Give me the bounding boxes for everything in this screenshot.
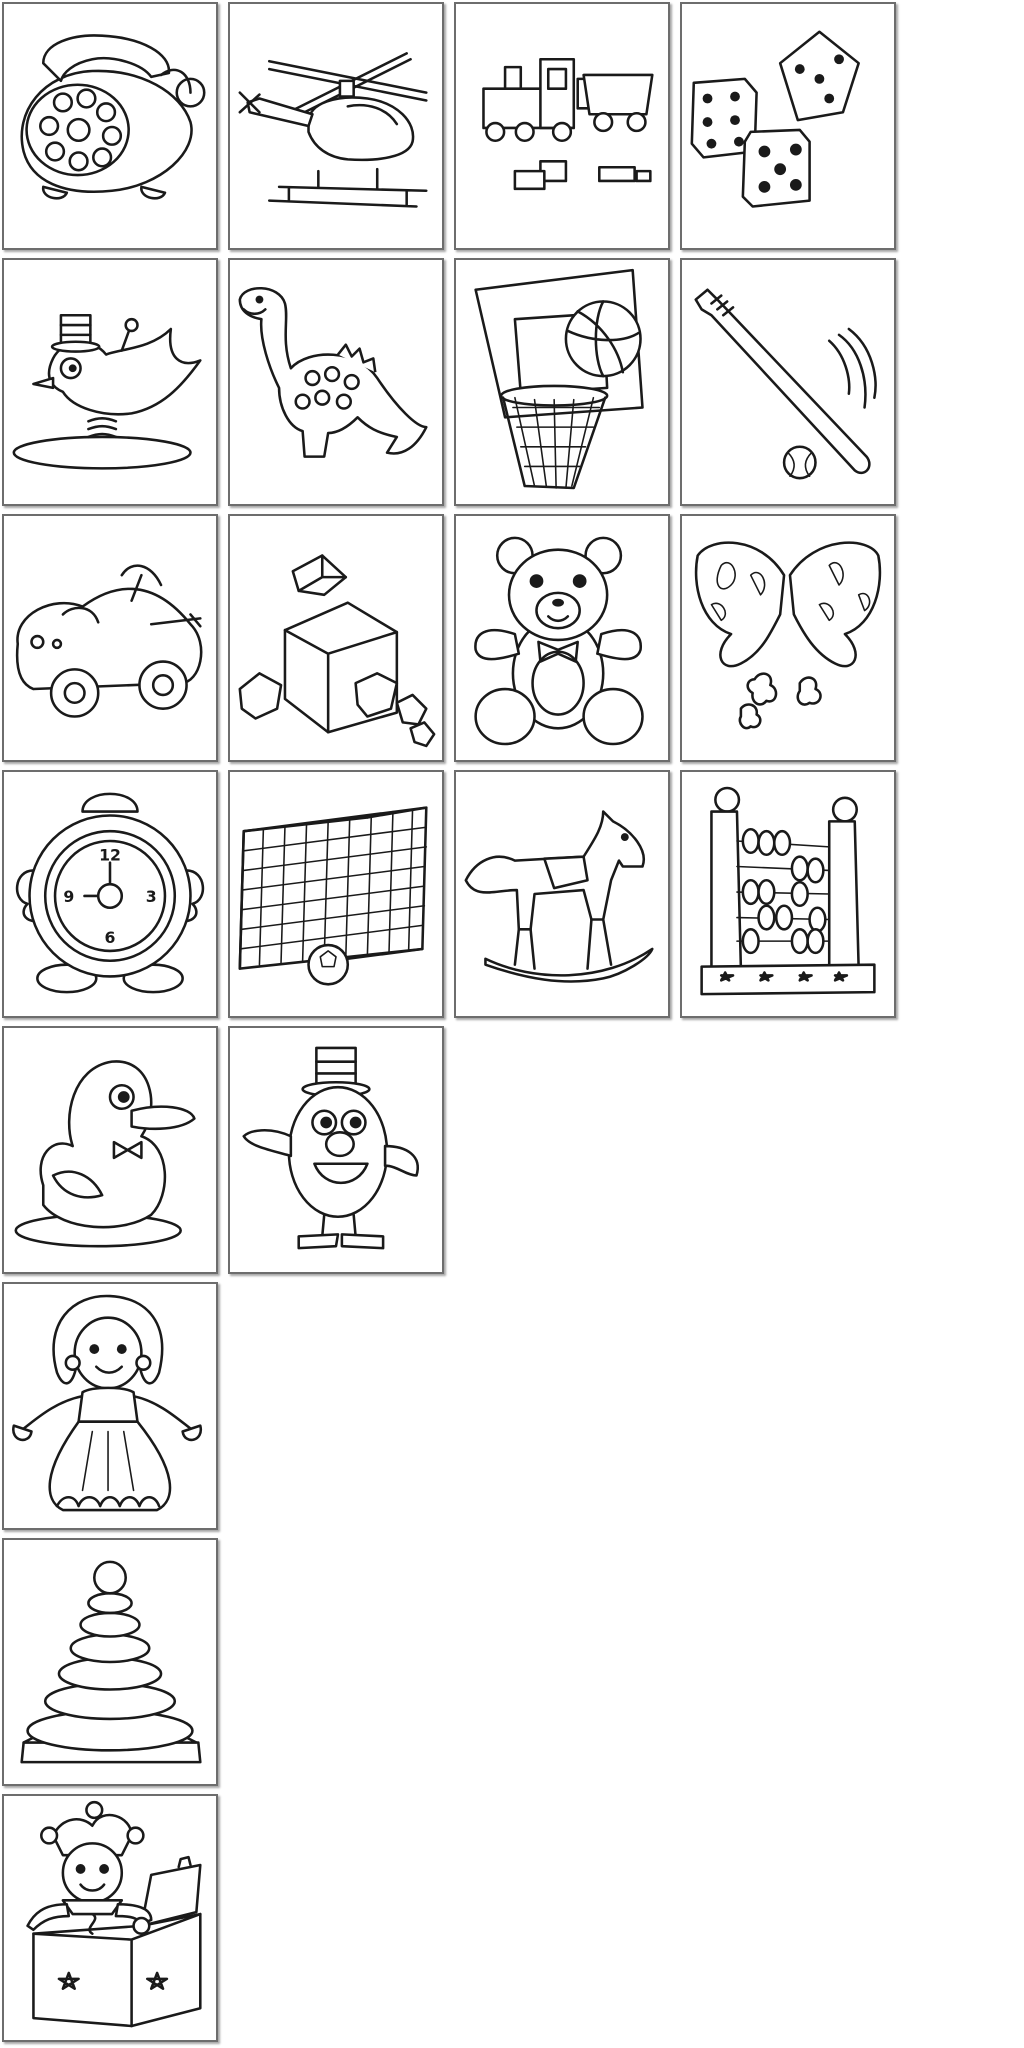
card-doll[interactable] bbox=[2, 1282, 218, 1530]
dinosaur-icon bbox=[238, 286, 428, 458]
card-dinosaur[interactable] bbox=[228, 258, 444, 506]
card-jack-in-the-box[interactable] bbox=[2, 1794, 218, 2042]
card-duck[interactable] bbox=[2, 1026, 218, 1274]
baseball-bat-icon bbox=[694, 288, 877, 480]
card-helicopter[interactable] bbox=[228, 2, 444, 250]
doll-icon bbox=[12, 1294, 203, 1512]
clock-numeral-3: 3 bbox=[146, 887, 157, 906]
basketball-hoop-icon bbox=[474, 268, 644, 490]
stacking-rings-icon bbox=[20, 1560, 202, 1764]
toy-car-icon bbox=[15, 564, 203, 718]
card-stacking-rings[interactable] bbox=[2, 1538, 218, 1786]
building-blocks-icon bbox=[238, 554, 436, 748]
card-teddy[interactable] bbox=[454, 514, 670, 762]
wind-up-bird-icon bbox=[12, 313, 202, 470]
card-potato-head[interactable] bbox=[228, 1026, 444, 1274]
clock-numeral-9: 9 bbox=[63, 887, 74, 906]
teddy-bear-icon bbox=[474, 536, 644, 746]
card-dice[interactable] bbox=[680, 2, 896, 250]
card-basketball[interactable] bbox=[454, 258, 670, 506]
dice-icon bbox=[690, 30, 860, 208]
alarm-clock-icon: 12 3 6 9 bbox=[15, 792, 205, 994]
card-soccer[interactable] bbox=[228, 770, 444, 1018]
toy-telephone-icon bbox=[20, 34, 206, 200]
card-butterfly[interactable] bbox=[680, 514, 896, 762]
clock-numeral-6: 6 bbox=[105, 928, 116, 947]
rubber-duck-icon bbox=[14, 1060, 196, 1248]
card-clock[interactable]: 12 3 6 9 bbox=[2, 770, 218, 1018]
soccer-goal-icon bbox=[238, 806, 428, 986]
card-bird[interactable] bbox=[2, 258, 218, 506]
card-rocking-horse[interactable] bbox=[454, 770, 670, 1018]
rocking-horse-icon bbox=[464, 810, 654, 983]
toy-train-icon bbox=[482, 57, 654, 191]
abacus-icon bbox=[700, 786, 876, 996]
toy-card-board: 12 3 6 9 bbox=[0, 0, 1024, 2048]
butterfly-puzzle-icon bbox=[694, 541, 882, 730]
card-blocks[interactable] bbox=[228, 514, 444, 762]
card-car[interactable] bbox=[2, 514, 218, 762]
toy-helicopter-icon bbox=[238, 52, 428, 208]
potato-head-icon bbox=[242, 1046, 419, 1250]
jack-in-the-box-icon bbox=[26, 1800, 202, 2028]
card-abacus[interactable] bbox=[680, 770, 896, 1018]
card-baseball[interactable] bbox=[680, 258, 896, 506]
card-train[interactable] bbox=[454, 2, 670, 250]
card-telephone[interactable] bbox=[2, 2, 218, 250]
